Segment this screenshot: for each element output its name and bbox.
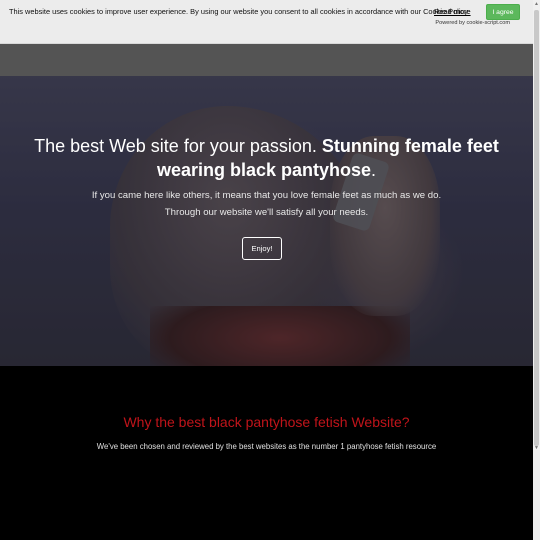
hero-section: The best Web site for your passion. Stun… xyxy=(0,76,533,366)
hero-overlay xyxy=(0,76,533,366)
scroll-down-arrow-icon[interactable]: ▼ xyxy=(533,444,540,452)
nav-strip xyxy=(0,44,533,76)
hero-title-plain: The best Web site for your passion. xyxy=(34,136,322,156)
enjoy-button[interactable]: Enjoy! xyxy=(242,237,282,260)
cookie-powered-by: Powered by cookie-script.com xyxy=(435,20,510,26)
cookie-banner: This website uses cookies to improve use… xyxy=(0,0,533,44)
why-section-title: Why the best black pantyhose fetish Webs… xyxy=(123,414,410,430)
hero-title-end: . xyxy=(371,160,377,180)
scrollbar-thumb[interactable] xyxy=(534,10,539,446)
page: This website uses cookies to improve use… xyxy=(0,0,540,540)
cookie-message: This website uses cookies to improve use… xyxy=(9,7,470,16)
page-scrollbar[interactable]: ▲ ▼ xyxy=(533,0,540,540)
cookie-agree-button[interactable]: I agree xyxy=(486,4,520,20)
scroll-up-arrow-icon[interactable]: ▲ xyxy=(533,0,540,8)
why-section-text: We've been chosen and reviewed by the be… xyxy=(96,442,437,451)
hero-subtitle-1: If you came here like others, it means t… xyxy=(91,190,442,201)
cookie-read-more-link[interactable]: Read more xyxy=(434,7,471,16)
hero-subtitle-2: Through our website we'll satisfy all yo… xyxy=(164,207,369,218)
hero-title: The best Web site for your passion. Stun… xyxy=(0,134,533,182)
